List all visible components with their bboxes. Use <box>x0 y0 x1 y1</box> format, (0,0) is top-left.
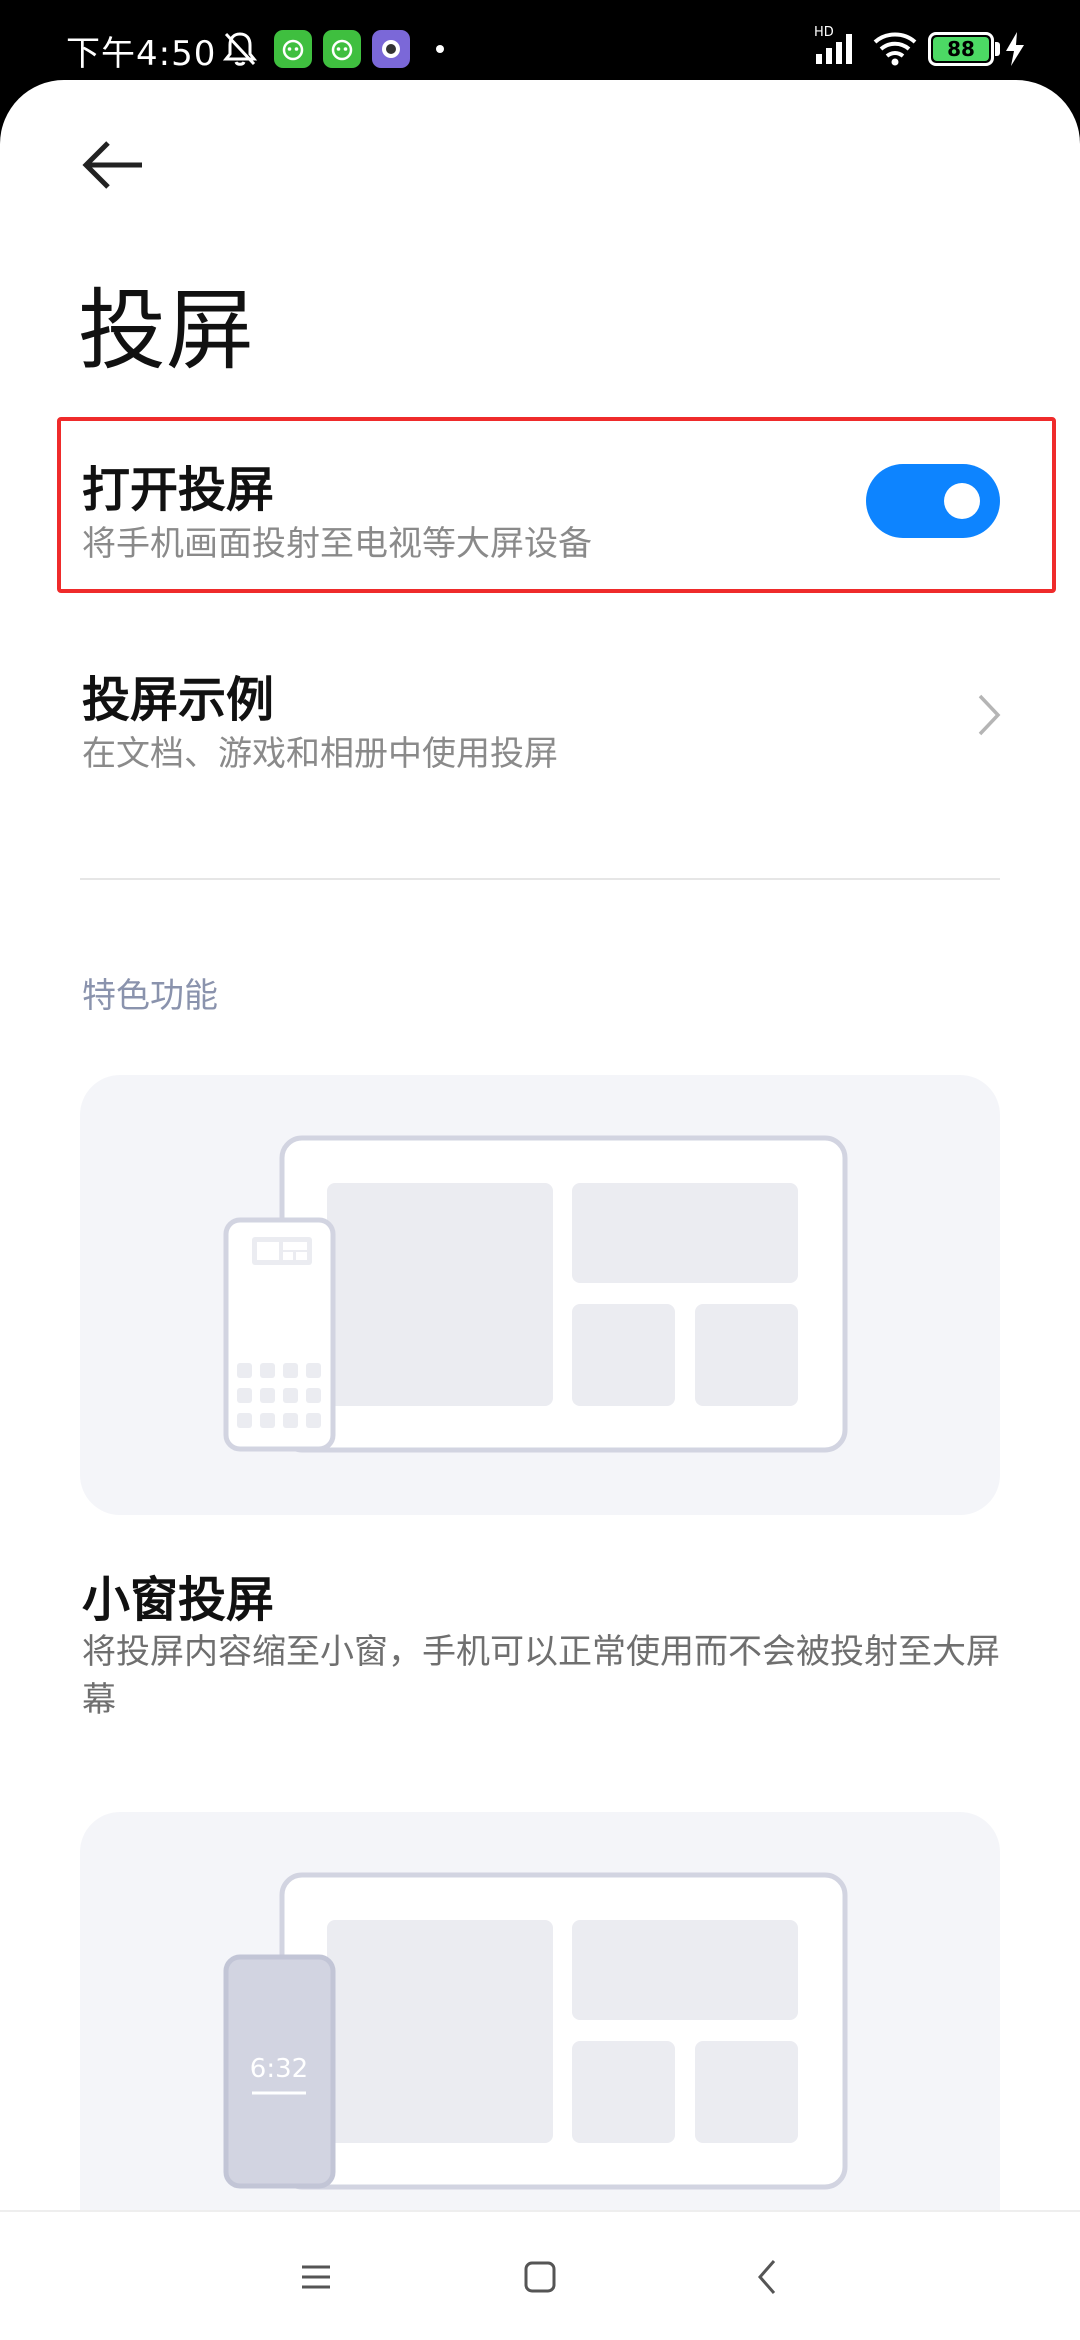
notification-dot <box>436 45 444 53</box>
menu-icon[interactable] <box>286 2252 346 2302</box>
cast-toggle-subtitle: 将手机画面投射至电视等大屏设备 <box>82 524 592 564</box>
battery-level: 88 <box>947 37 975 61</box>
navigation-bar <box>0 2210 1080 2340</box>
settings-sheet: 投屏 打开投屏 将手机画面投射至电视等大屏设备 投屏示例 在文档、游戏和相册中使… <box>0 80 1080 2340</box>
app-icon-purple <box>372 30 410 68</box>
phone-clock: 6:32 <box>250 2054 308 2084</box>
divider <box>80 878 1000 880</box>
chevron-right-icon[interactable] <box>976 692 1002 738</box>
battery-icon: 88 <box>928 32 994 66</box>
feature-desc-small-window: 将投屏内容缩至小窗，手机可以正常使用而不会被投射至大屏幕 <box>82 1632 1000 1720</box>
svg-text:HD: HD <box>814 25 834 40</box>
section-label: 特色功能 <box>82 976 218 1016</box>
cast-toggle-title: 打开投屏 <box>82 462 275 518</box>
mute-bell-icon <box>222 32 258 66</box>
feature-title-small-window: 小窗投屏 <box>82 1572 275 1628</box>
app-icon-green-1 <box>274 30 312 68</box>
home-icon[interactable] <box>510 2252 570 2302</box>
back-arrow-icon[interactable] <box>78 135 148 195</box>
signal-icon: HD <box>814 25 852 64</box>
cast-toggle-switch[interactable] <box>866 464 1000 538</box>
app-icon-green-2 <box>323 30 361 68</box>
cast-examples-title: 投屏示例 <box>82 672 275 728</box>
feature-illustration-small-window <box>80 1075 1000 1515</box>
charging-icon <box>1006 32 1024 66</box>
battery-cap <box>995 42 1000 56</box>
wifi-icon <box>873 32 917 66</box>
cast-examples-subtitle: 在文档、游戏和相册中使用投屏 <box>82 734 558 774</box>
toggle-knob <box>944 483 980 519</box>
back-icon[interactable] <box>738 2252 798 2302</box>
page-title: 投屏 <box>78 279 255 382</box>
small-window-illustration <box>223 1135 848 1453</box>
status-time: 下午4:50 <box>66 34 217 74</box>
